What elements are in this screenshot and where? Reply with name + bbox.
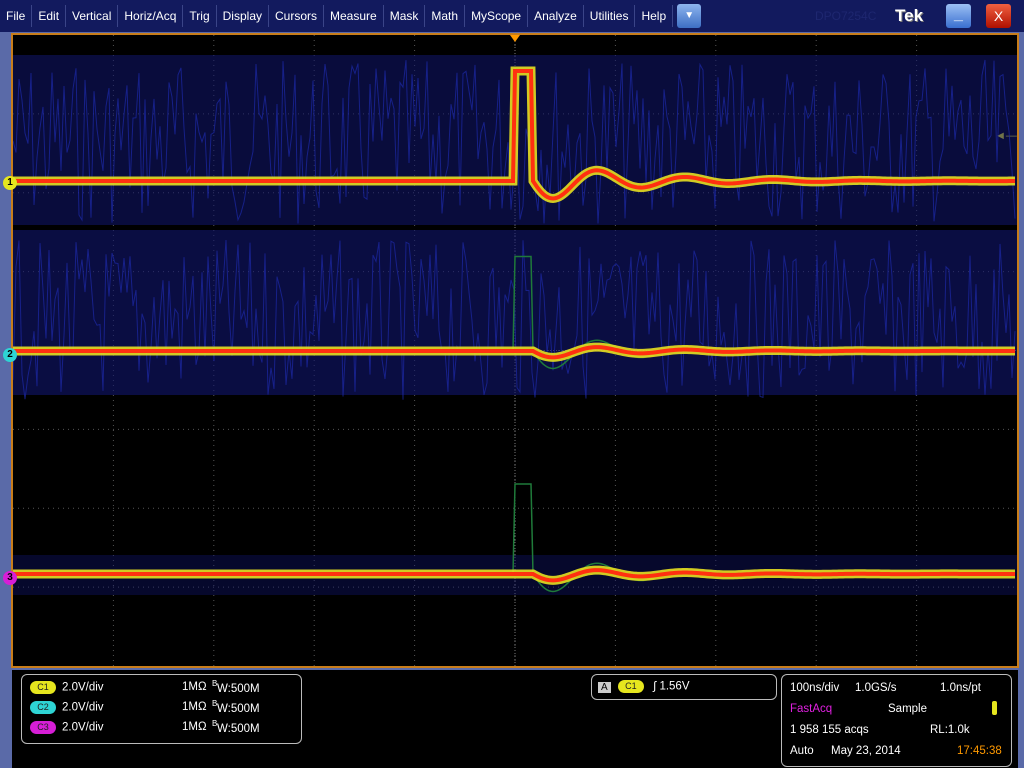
- menu-mask[interactable]: Mask: [384, 5, 426, 27]
- acquisition-readout[interactable]: 100ns/div 1.0GS/s 1.0ns/pt FastAcq Sampl…: [781, 674, 1012, 767]
- menu-dropdown-icon[interactable]: ▼: [677, 4, 702, 28]
- menu-display[interactable]: Display: [217, 5, 269, 27]
- graticule: ◄—: [12, 35, 1017, 666]
- channel-scale: 2.0V/div: [62, 721, 104, 734]
- channel-2-marker[interactable]: 2: [3, 348, 17, 362]
- acq-count: 1 958 155 acqs: [790, 724, 869, 736]
- channel-badge[interactable]: C2: [30, 701, 56, 714]
- minimize-button[interactable]: _: [946, 4, 971, 28]
- resolution: 1.0ns/pt: [940, 682, 981, 694]
- menu-edit[interactable]: Edit: [32, 5, 67, 27]
- trigger-mode: A: [598, 681, 611, 693]
- channel-row-c2[interactable]: C2 2.0V/div 1MΩ B W:500M: [30, 699, 290, 715]
- time: 17:45:38: [957, 745, 1002, 757]
- channel-readout[interactable]: C1 2.0V/div 1MΩ B W:500M C2 2.0V/div 1MΩ B W:500M…: [21, 674, 302, 744]
- menu-utilities[interactable]: Utilities: [584, 5, 636, 27]
- thermometer-icon: [992, 701, 997, 715]
- channel-impedance: 1MΩ: [182, 721, 207, 733]
- channel-scale: 2.0V/div: [62, 701, 104, 714]
- menu-myscope[interactable]: MyScope: [465, 5, 529, 27]
- channel-badge[interactable]: C3: [30, 721, 56, 734]
- trigger-source: C1: [617, 680, 644, 693]
- channel-1-marker[interactable]: 1: [3, 176, 17, 190]
- menu-vertical[interactable]: Vertical: [66, 5, 119, 27]
- trigger-mode-auto: Auto: [790, 745, 814, 757]
- channel-scale: 2.0V/div: [62, 681, 104, 694]
- menu-cursors[interactable]: Cursors: [269, 5, 325, 27]
- channel-bandwidth: W:500M: [217, 703, 260, 715]
- channel-impedance: 1MΩ: [182, 681, 207, 693]
- channel-bandwidth: W:500M: [217, 723, 260, 735]
- channel-row-c3[interactable]: C3 2.0V/div 1MΩ B W:500M: [30, 719, 290, 735]
- channel-bandwidth: W:500M: [217, 683, 260, 695]
- tek-logo: Tek: [895, 6, 924, 25]
- trigger-level: 1.56V: [659, 680, 690, 693]
- record-length: RL:1.0k: [930, 724, 970, 736]
- waveform-display[interactable]: ◄—: [11, 33, 1019, 668]
- timebase: 100ns/div: [790, 682, 840, 694]
- channel-3-marker[interactable]: 3: [3, 571, 17, 585]
- sample-rate: 1.0GS/s: [855, 682, 897, 694]
- model-label: DPO7254C: [815, 9, 877, 23]
- sampling-mode: Sample: [888, 703, 927, 715]
- menu-measure[interactable]: Measure: [324, 5, 384, 27]
- menu-trig[interactable]: Trig: [183, 5, 217, 27]
- rising-edge-icon: ∫: [653, 680, 657, 693]
- acq-mode: FastAcq: [790, 703, 833, 715]
- menu-help[interactable]: Help: [635, 5, 674, 27]
- status-area: C1 2.0V/div 1MΩ B W:500M C2 2.0V/div 1MΩ B W:500M…: [12, 670, 1018, 768]
- channel-impedance: 1MΩ: [182, 701, 207, 713]
- date: May 23, 2014: [831, 745, 901, 757]
- channel-row-c1[interactable]: C1 2.0V/div 1MΩ B W:500M: [30, 679, 290, 695]
- close-button[interactable]: X: [986, 4, 1011, 28]
- menu-horizacq[interactable]: Horiz/Acq: [118, 5, 184, 27]
- trigger-position-icon: [510, 35, 520, 42]
- menu-analyze[interactable]: Analyze: [528, 5, 584, 27]
- channel-badge[interactable]: C1: [30, 681, 56, 694]
- trigger-readout[interactable]: A C1 ∫ 1.56V: [591, 674, 777, 700]
- menu-math[interactable]: Math: [425, 5, 466, 27]
- menu-file[interactable]: File: [0, 5, 33, 27]
